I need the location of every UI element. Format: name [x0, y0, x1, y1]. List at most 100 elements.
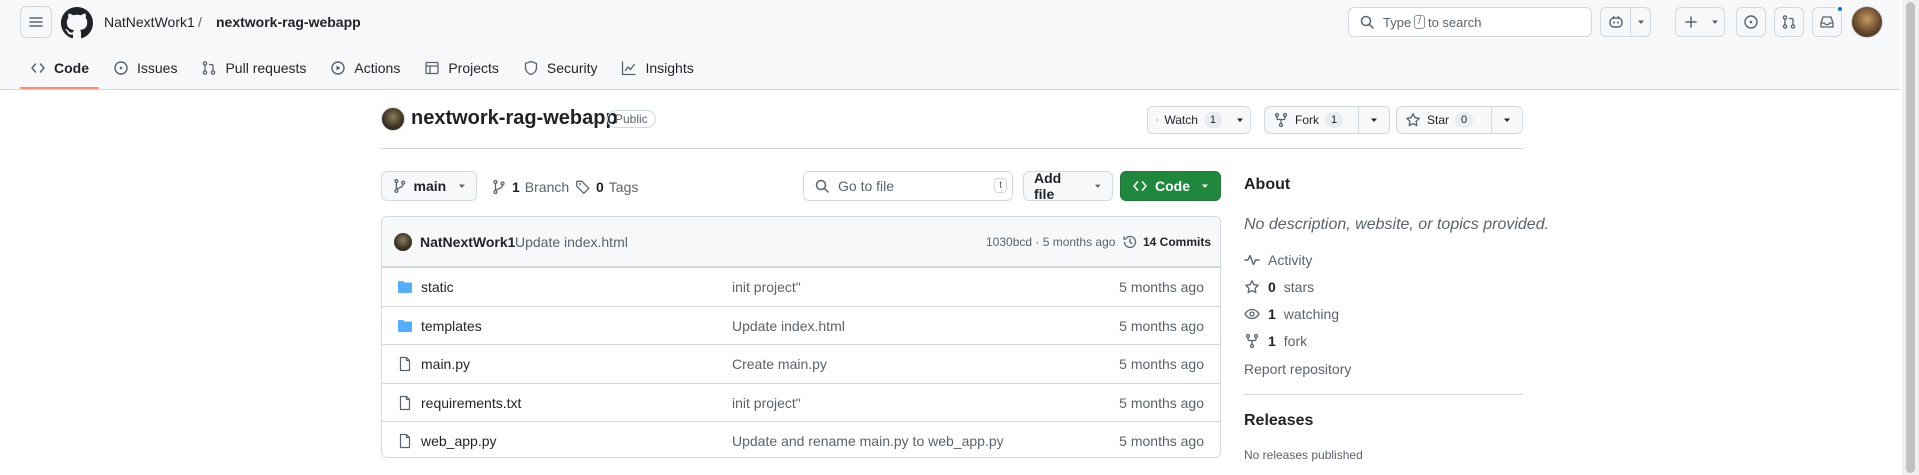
triangle-down-icon [1202, 184, 1208, 188]
breadcrumb-separator: / [198, 14, 202, 30]
repo-forked-icon [1245, 333, 1259, 349]
add-file-button[interactable]: Add file [1023, 170, 1113, 202]
eye-icon [1244, 308, 1260, 320]
menu-button[interactable] [20, 6, 52, 38]
file-commit-message[interactable]: Update and rename main.py to web_app.py [732, 433, 1004, 449]
commit-meta[interactable]: 1030bcd · 5 months ago [986, 235, 1115, 249]
watching-link[interactable]: 1 watching [1244, 306, 1339, 322]
file-updated-time: 5 months ago [1119, 394, 1204, 411]
copilot-dropdown[interactable] [1631, 8, 1650, 36]
issue-icon [114, 61, 128, 75]
commit-author-avatar[interactable] [394, 233, 412, 251]
table-row[interactable]: web_app.py Update and rename main.py to … [382, 421, 1220, 457]
star-dropdown[interactable] [1490, 107, 1522, 133]
commit-message[interactable]: Update index.html [515, 234, 628, 250]
inbox-button[interactable] [1812, 5, 1844, 37]
file-icon [399, 434, 411, 449]
forks-label: fork [1283, 333, 1308, 349]
go-to-file-shortcut: t [994, 178, 1007, 193]
search-suffix: to search [1427, 14, 1482, 30]
activity-link[interactable]: Activity [1244, 252, 1312, 268]
tab-issues-label: Issues [137, 60, 178, 76]
scrollbar-thumb[interactable] [1906, 2, 1915, 473]
breadcrumb-repo[interactable]: nextwork-rag-webapp [216, 14, 361, 30]
commits-link[interactable]: 14 Commits [1122, 234, 1211, 250]
file-name[interactable]: web_app.py [421, 433, 497, 449]
triangle-down-icon [1712, 20, 1718, 24]
stars-link[interactable]: 0 stars [1244, 279, 1314, 295]
user-avatar[interactable] [1851, 6, 1883, 38]
table-row[interactable]: static init project" 5 months ago [382, 267, 1220, 306]
tab-pull-requests[interactable]: Pull requests [191, 50, 316, 86]
fork-button[interactable]: Fork 1 [1264, 106, 1390, 134]
tab-issues[interactable]: Issues [103, 50, 187, 86]
file-commit-message[interactable]: Update index.html [732, 318, 845, 334]
watch-dropdown[interactable] [1230, 107, 1250, 133]
forks-link[interactable]: 1 fork [1244, 333, 1307, 349]
tags-link[interactable]: 0 Tags [575, 179, 638, 195]
search-shortcut-key: / [1414, 15, 1425, 29]
repo-name[interactable]: nextwork-rag-webapp [411, 107, 618, 130]
commits-count: 14 Commits [1143, 235, 1212, 249]
file-commit-message[interactable]: init project" [732, 279, 801, 295]
file-commit-message[interactable]: init project" [732, 395, 801, 411]
watch-button[interactable]: Watch 1 [1147, 106, 1251, 134]
tab-pull-requests-label: Pull requests [225, 60, 307, 76]
triangle-down-icon [1637, 20, 1644, 24]
tags-count: 0 [596, 179, 604, 195]
branches-link[interactable]: 1 Branch [491, 179, 569, 195]
branch-selector[interactable]: main [381, 171, 477, 201]
table-icon [425, 61, 439, 75]
releases-heading[interactable]: Releases [1244, 412, 1313, 430]
file-updated-time: 5 months ago [1119, 317, 1204, 334]
eye-icon [1156, 119, 1159, 121]
tab-code[interactable]: Code [20, 50, 99, 89]
commit-author[interactable]: NatNextWork1 [420, 234, 515, 250]
code-icon [1133, 181, 1147, 191]
file-name[interactable]: static [421, 279, 454, 295]
watch-main: Watch 1 [1148, 107, 1230, 133]
file-name[interactable]: templates [421, 318, 482, 334]
create-new-button[interactable] [1675, 7, 1725, 37]
issues-button[interactable] [1736, 7, 1766, 37]
table-row[interactable]: templates Update index.html 5 months ago [382, 305, 1220, 345]
tab-security-label: Security [546, 60, 598, 76]
table-row[interactable]: main.py Create main.py 5 months ago [382, 344, 1220, 383]
tab-projects[interactable]: Projects [414, 50, 509, 86]
go-to-file-input[interactable]: Go to file t [803, 171, 1013, 201]
issue-opened-icon [1744, 15, 1758, 29]
go-to-file-placeholder: Go to file [838, 178, 895, 194]
git-pull-request-icon [1782, 15, 1796, 29]
triangle-down-icon [1095, 184, 1102, 188]
pull-requests-button[interactable] [1774, 7, 1804, 37]
report-repository-link[interactable]: Report repository [1244, 361, 1351, 377]
activity-label: Activity [1268, 252, 1313, 268]
table-row[interactable]: requirements.txt init project" 5 months … [382, 382, 1220, 422]
tab-actions[interactable]: Actions [320, 50, 410, 86]
watch-label: Watch [1164, 113, 1198, 127]
page-scrollbar[interactable] [1902, 0, 1919, 475]
tab-insights-label: Insights [645, 60, 694, 76]
watching-count: 1 [1268, 306, 1276, 322]
repo-owner-avatar[interactable] [381, 107, 405, 131]
folder-icon [398, 281, 412, 293]
repo-nav-tabs: Code Issues Pull requests Actions Projec… [20, 50, 708, 90]
star-button[interactable]: Star 0 [1396, 106, 1523, 134]
file-updated-time: 5 months ago [1119, 279, 1204, 295]
forks-count: 1 [1268, 333, 1276, 349]
fork-dropdown[interactable] [1357, 107, 1389, 133]
global-search-input[interactable]: Type / to search [1348, 7, 1592, 37]
copilot-button[interactable] [1600, 7, 1651, 37]
star-label: Star [1427, 113, 1450, 127]
copilot-main[interactable] [1601, 8, 1630, 36]
triangle-down-icon [1503, 118, 1510, 122]
code-button[interactable]: Code [1120, 171, 1221, 201]
breadcrumb-owner[interactable]: NatNextWork1 [104, 14, 195, 30]
file-name[interactable]: main.py [421, 356, 470, 372]
file-commit-message[interactable]: Create main.py [732, 356, 827, 372]
tab-security[interactable]: Security [513, 50, 608, 86]
github-logo-icon[interactable] [61, 7, 93, 39]
pull-request-icon [203, 61, 216, 75]
file-name[interactable]: requirements.txt [421, 395, 521, 411]
tab-insights[interactable]: Insights [611, 50, 703, 86]
